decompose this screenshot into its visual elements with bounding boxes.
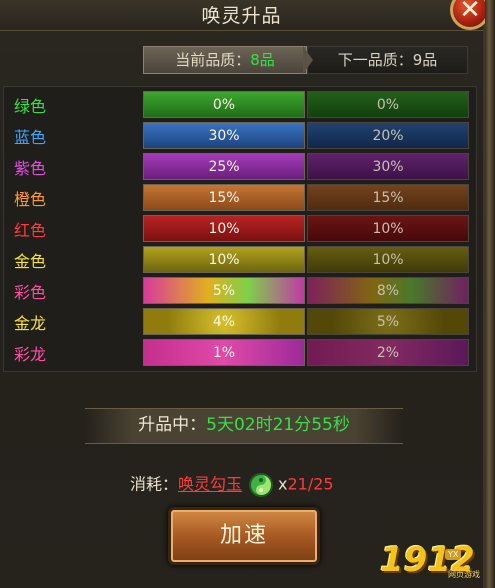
current-rate-cell: 4% — [143, 308, 305, 335]
title-bar: 唤灵升品 — [0, 0, 483, 31]
arrow-right-icon — [303, 46, 313, 74]
quality-bar: 当前品质：8品 下一品质：9品 — [143, 46, 468, 74]
rate-label: 绿色 — [14, 97, 47, 116]
rate-label: 紫色 — [14, 159, 47, 178]
current-rate-cell: 10% — [143, 246, 305, 273]
rate-label: 橙色 — [14, 190, 47, 209]
next-rate-value: 15% — [372, 190, 404, 206]
current-rate-value: 0% — [212, 97, 236, 113]
next-rate-value: 10% — [372, 252, 404, 268]
color-rate-table: 绿色 0% 0% 蓝色 30% 20% 紫色 25% 30% 橙色 15% 15% 红色 10% 10% 金色… — [3, 86, 477, 372]
cost-item-link[interactable]: 唤灵勾玉 — [178, 475, 242, 494]
current-rate-value: 10% — [208, 252, 240, 268]
rate-label: 彩色 — [14, 283, 47, 302]
next-rate-value: 20% — [372, 128, 404, 144]
rate-row: 彩龙 1% 2% — [4, 337, 478, 368]
rate-row: 绿色 0% 0% — [4, 89, 478, 120]
current-rate-value: 1% — [212, 345, 236, 361]
next-rate-cell: 2% — [307, 339, 469, 366]
site-logo-caption: 网页游戏 — [448, 570, 480, 579]
next-rate-cell: 20% — [307, 122, 469, 149]
site-logo-badge: YX — [445, 549, 462, 560]
upgrade-panel: 唤灵升品 当前品质：8品 下一品质：9品 绿色 0% 0% 蓝色 30% 20% 紫色 25%… — [0, 0, 485, 588]
next-rate-cell: 0% — [307, 91, 469, 118]
next-rate-cell: 15% — [307, 184, 469, 211]
rate-row: 蓝色 30% 20% — [4, 120, 478, 151]
current-rate-value: 4% — [212, 314, 236, 330]
status-label: 升品中： — [138, 415, 207, 435]
current-rate-cell: 15% — [143, 184, 305, 211]
background-strip — [485, 0, 495, 588]
next-quality: 下一品质：9品 — [307, 46, 468, 74]
rate-label: 蓝色 — [14, 128, 47, 147]
rate-row: 橙色 15% 15% — [4, 182, 478, 213]
current-rate-cell: 5% — [143, 277, 305, 304]
jade-icon[interactable] — [248, 472, 274, 498]
current-quality-label: 当前品质： — [175, 51, 251, 69]
rate-row: 金色 10% 10% — [4, 244, 478, 275]
next-rate-value: 30% — [372, 159, 404, 175]
current-rate-value: 10% — [208, 221, 240, 237]
next-rate-value: 10% — [372, 221, 404, 237]
current-rate-cell: 30% — [143, 122, 305, 149]
current-quality: 当前品质：8品 — [143, 46, 307, 74]
current-rate-cell: 1% — [143, 339, 305, 366]
rate-row: 金龙 4% 5% — [4, 306, 478, 337]
next-rate-cell: 10% — [307, 246, 469, 273]
current-rate-value: 25% — [208, 159, 240, 175]
current-quality-value: 8品 — [250, 51, 275, 69]
cost-multiplier: x — [278, 474, 288, 494]
rate-label: 彩龙 — [14, 345, 47, 364]
next-rate-cell: 5% — [307, 308, 469, 335]
current-rate-value: 30% — [208, 128, 240, 144]
cost-count: 21/25 — [287, 474, 334, 494]
current-rate-value: 15% — [208, 190, 240, 206]
speedup-button[interactable]: 加速 — [168, 507, 320, 565]
cost-line: 消耗：唤灵勾玉 x21/25 — [130, 472, 334, 498]
next-rate-cell: 10% — [307, 215, 469, 242]
window-title: 唤灵升品 — [201, 5, 282, 27]
next-rate-value: 8% — [376, 283, 400, 299]
current-rate-cell: 10% — [143, 215, 305, 242]
rate-row: 紫色 25% 30% — [4, 151, 478, 182]
next-rate-cell: 8% — [307, 277, 469, 304]
rate-label: 金龙 — [14, 314, 47, 333]
status-timer: 5天02时21分55秒 — [206, 415, 350, 435]
cost-label: 消耗： — [130, 474, 179, 494]
next-rate-value: 0% — [376, 97, 400, 113]
next-rate-value: 2% — [376, 345, 400, 361]
upgrade-status: 升品中：5天02时21分55秒 — [85, 408, 403, 444]
current-rate-cell: 25% — [143, 153, 305, 180]
rate-label: 红色 — [14, 221, 47, 240]
next-rate-cell: 30% — [307, 153, 469, 180]
current-rate-value: 5% — [212, 283, 236, 299]
current-rate-cell: 0% — [143, 91, 305, 118]
next-rate-value: 5% — [376, 314, 400, 330]
rate-label: 金色 — [14, 252, 47, 271]
rate-row: 红色 10% 10% — [4, 213, 478, 244]
rate-row: 彩色 5% 8% — [4, 275, 478, 306]
